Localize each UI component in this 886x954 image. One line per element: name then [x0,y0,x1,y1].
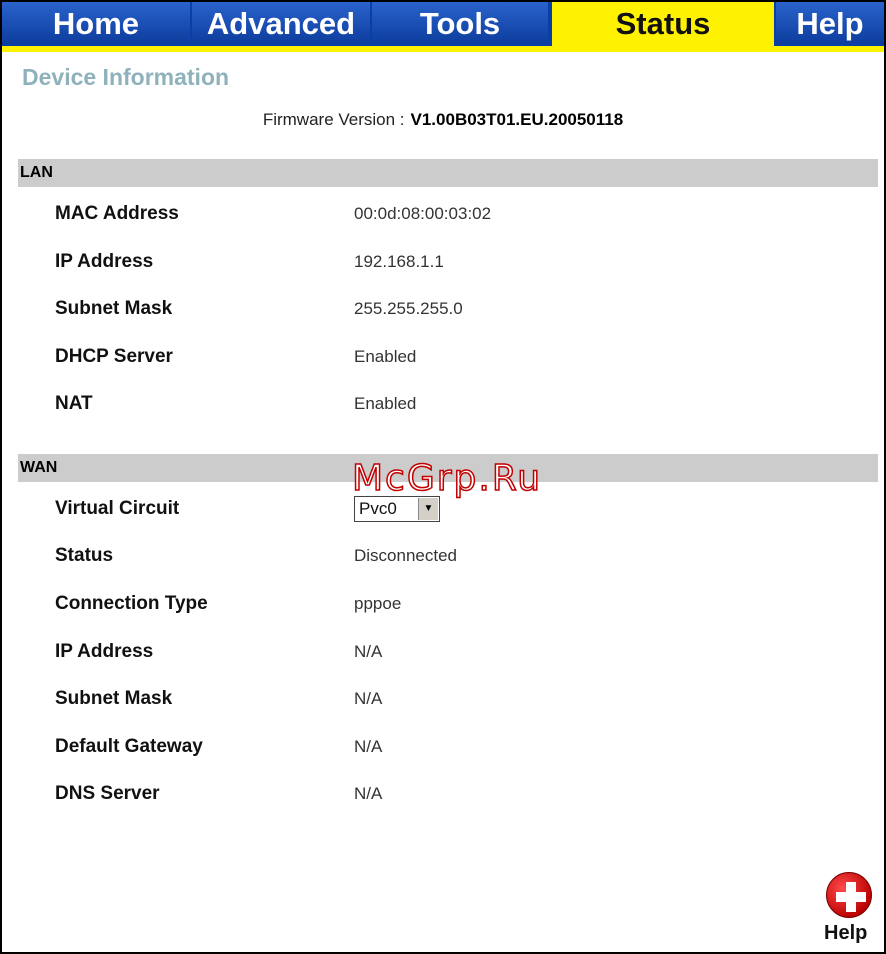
virtual-circuit-selected-value: Pvc0 [359,499,397,518]
wan-section-header: WAN [18,454,878,482]
wan-row-gateway: Default Gateway N/A [2,732,884,762]
lan-row-dhcp: DHCP Server Enabled [2,342,884,372]
row-value: Enabled [354,347,417,366]
row-value: Enabled [354,394,417,413]
row-label: IP Address [55,251,154,272]
row-label: Default Gateway [55,736,203,757]
row-value: N/A [354,737,383,756]
firmware-line: Firmware Version : V1.00B03T01.EU.2005011… [2,110,884,130]
row-value: N/A [354,642,383,661]
lan-row-subnet: Subnet Mask 255.255.255.0 [2,294,884,324]
wan-row-subnet: Subnet Mask N/A [2,684,884,714]
tab-home[interactable]: Home [2,2,190,44]
page-title: Device Information [22,64,230,90]
row-value: 00:0d:08:00:03:02 [354,204,492,223]
row-label: IP Address [55,641,154,662]
row-label: Status [55,545,114,566]
row-label: NAT [55,393,93,414]
lan-row-ip: IP Address 192.168.1.1 [2,247,884,277]
wan-row-connection-type: Connection Type pppoe [2,589,884,619]
row-label: Subnet Mask [55,688,173,709]
lan-row-nat: NAT Enabled [2,389,884,419]
lan-row-mac: MAC Address 00:0d:08:00:03:02 [2,199,884,229]
help-button[interactable]: Help [824,870,878,950]
tab-status[interactable]: Status [552,2,774,46]
tab-underline [2,46,884,52]
lan-section-header: LAN [18,159,878,187]
row-value: pppoe [354,594,402,613]
firmware-label: Firmware Version : [262,110,405,129]
wan-row-ip: IP Address N/A [2,637,884,667]
row-label: DNS Server [55,783,160,804]
tab-bar: Home Advanced Tools Status Help [2,2,884,48]
help-button-label[interactable]: Help [824,922,867,945]
virtual-circuit-select[interactable]: Pvc0 ▼ [354,496,440,522]
tab-help[interactable]: Help [776,2,884,44]
row-label: MAC Address [55,203,179,224]
firmware-value: V1.00B03T01.EU.20050118 [410,110,624,129]
row-value: N/A [354,689,383,708]
row-label: DHCP Server [55,346,173,367]
wan-row-dns: DNS Server N/A [2,779,884,809]
wan-row-virtual-circuit: Virtual Circuit Pvc0 ▼ [2,494,884,524]
row-label: Subnet Mask [55,298,173,319]
wan-row-status: Status Disconnected [2,541,884,571]
row-label: Connection Type [55,593,208,614]
chevron-down-icon[interactable]: ▼ [418,498,438,520]
tab-tools[interactable]: Tools [372,2,548,44]
tab-advanced[interactable]: Advanced [192,2,370,44]
plus-circle-icon[interactable] [826,872,872,918]
row-label: Virtual Circuit [55,498,180,519]
row-value: 255.255.255.0 [354,299,463,318]
page-frame: Home Advanced Tools Status Help Device I… [0,0,886,954]
row-value: N/A [354,784,383,803]
row-value: Disconnected [354,546,458,565]
row-value: 192.168.1.1 [354,252,444,271]
